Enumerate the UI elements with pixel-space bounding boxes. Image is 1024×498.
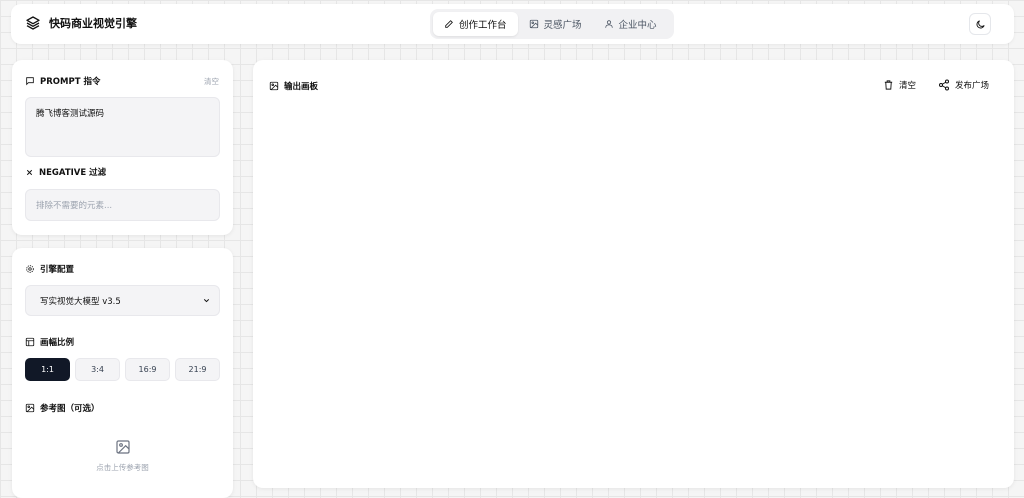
image-icon — [529, 19, 539, 29]
ratio-title: 画幅比例 — [40, 338, 75, 348]
reference-heading: 参考图（可选） — [25, 402, 100, 414]
app-title: 快码商业视觉引擎 — [49, 17, 137, 30]
prompt-panel: PROMPT 指令 清空 腾飞博客测试源码 NEGATIVE 过滤 排除不需要的… — [12, 60, 233, 235]
negative-input[interactable]: 排除不需要的元素... — [25, 189, 220, 221]
share-icon — [938, 79, 950, 91]
reference-upload[interactable]: 点击上传参考图 — [25, 428, 220, 483]
output-clear-button[interactable]: 清空 — [883, 79, 916, 91]
config-heading: 引擎配置 — [25, 263, 74, 275]
image-icon — [269, 81, 279, 91]
moon-icon — [975, 19, 986, 30]
ratio-button-16-9[interactable]: 16:9 — [125, 358, 170, 381]
prompt-title: PROMPT 指令 — [40, 77, 101, 87]
ratio-heading: 画幅比例 — [25, 336, 74, 348]
ratio-button-3-4[interactable]: 3:4 — [75, 358, 120, 381]
ratio-button-1-1[interactable]: 1:1 — [25, 358, 70, 381]
reference-title: 参考图（可选） — [40, 404, 100, 414]
output-title: 输出画板 — [284, 82, 319, 92]
upload-hint: 点击上传参考图 — [96, 462, 149, 472]
ratio-group: 1:1 3:4 16:9 21:9 — [25, 358, 220, 381]
ratio-button-21-9[interactable]: 21:9 — [175, 358, 220, 381]
config-panel: 引擎配置 写实视觉大模型 v3.5 画幅比例 1:1 3:4 16:9 21:9… — [12, 248, 233, 498]
layout-icon — [25, 337, 35, 347]
message-icon — [25, 76, 35, 86]
tab-enterprise[interactable]: 企业中心 — [593, 12, 668, 36]
trash-icon — [883, 79, 894, 91]
user-icon — [604, 19, 614, 29]
pencil-icon — [444, 19, 454, 29]
output-heading: 输出画板 — [269, 80, 318, 92]
model-select-value: 写实视觉大模型 v3.5 — [40, 296, 121, 307]
prompt-heading: PROMPT 指令 — [25, 75, 100, 87]
app-logo[interactable]: 快码商业视觉引擎 — [25, 15, 137, 31]
gear-icon — [25, 264, 35, 274]
image-upload-icon — [115, 439, 131, 455]
theme-toggle-button[interactable] — [969, 13, 991, 35]
model-select[interactable]: 写实视觉大模型 v3.5 — [25, 285, 220, 316]
publish-button[interactable]: 发布广场 — [938, 79, 989, 91]
image-icon — [25, 403, 35, 413]
tab-inspiration[interactable]: 灵感广场 — [518, 12, 593, 36]
tab-workbench[interactable]: 创作工作台 — [433, 12, 518, 36]
negative-heading: NEGATIVE 过滤 — [25, 166, 106, 178]
clear-label: 清空 — [898, 81, 916, 91]
output-actions: 清空 发布广场 — [883, 79, 989, 91]
layers-icon — [25, 15, 41, 31]
prompt-textarea[interactable]: 腾飞博客测试源码 — [25, 97, 220, 157]
output-panel: 输出画板 清空 发布广场 — [253, 60, 1014, 488]
tab-label: 企业中心 — [618, 20, 657, 31]
config-title: 引擎配置 — [40, 265, 75, 275]
chevron-down-icon — [202, 296, 211, 305]
prompt-clear-button[interactable]: 清空 — [204, 76, 219, 87]
publish-label: 发布广场 — [954, 81, 989, 91]
tab-label: 创作工作台 — [459, 20, 507, 31]
app-header: 快码商业视觉引擎 创作工作台 灵感广场 企业中心 — [11, 4, 1014, 44]
tab-label: 灵感广场 — [543, 20, 582, 31]
close-icon — [25, 168, 34, 177]
negative-title: NEGATIVE 过滤 — [39, 168, 107, 178]
main-nav: 创作工作台 灵感广场 企业中心 — [430, 9, 674, 39]
